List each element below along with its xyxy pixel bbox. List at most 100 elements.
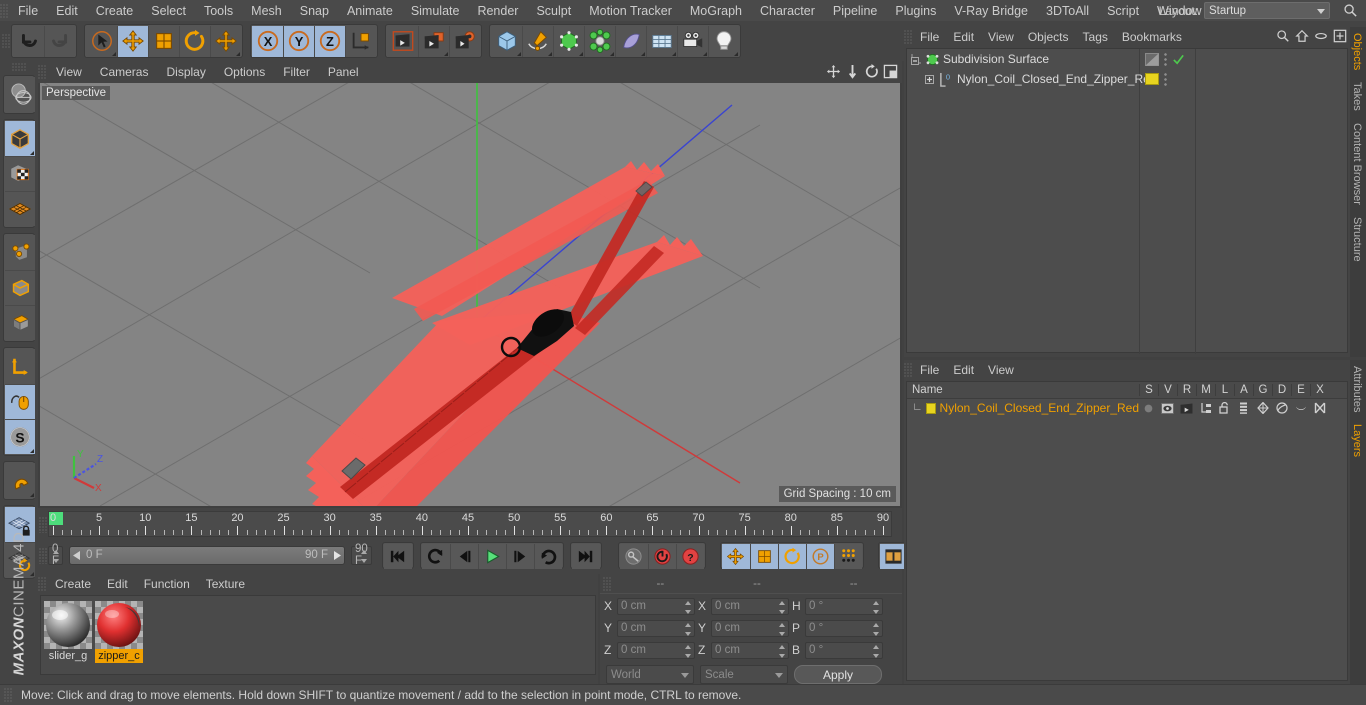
layer-expression-toggle[interactable]: [1291, 403, 1310, 413]
workplane-mode-button[interactable]: [5, 191, 35, 226]
make-editable-button[interactable]: [5, 77, 35, 112]
viewport-menu-filter[interactable]: Filter: [274, 62, 319, 82]
go-to-end-button[interactable]: [572, 544, 600, 569]
material-menu-texture[interactable]: Texture: [198, 574, 253, 594]
enable-snapping-button[interactable]: [5, 384, 35, 419]
material-menubar-grip[interactable]: [38, 577, 47, 591]
soft-selection-button[interactable]: S: [5, 419, 35, 454]
expander-plus-icon[interactable]: [925, 74, 936, 85]
tab-takes[interactable]: Takes: [1350, 76, 1364, 117]
move-view-icon[interactable]: [826, 64, 841, 79]
stepper-icon[interactable]: [778, 645, 785, 658]
add-deformer-button[interactable]: [584, 26, 615, 57]
object-menu-bookmarks[interactable]: Bookmarks: [1115, 27, 1189, 47]
menu-animate[interactable]: Animate: [338, 1, 402, 21]
add-spline-button[interactable]: [522, 26, 553, 57]
play-backwards-button[interactable]: [422, 544, 450, 569]
object-menu-objects[interactable]: Objects: [1021, 27, 1076, 47]
step-forward-button[interactable]: [506, 544, 534, 569]
add-scene-object-button[interactable]: [615, 26, 646, 57]
viewport-menu-cameras[interactable]: Cameras: [91, 62, 158, 82]
object-menu-tags[interactable]: Tags: [1076, 27, 1115, 47]
layer-menubar-grip[interactable]: [904, 363, 913, 377]
rotation-key-button[interactable]: [778, 544, 806, 569]
search-icon[interactable]: [1343, 3, 1358, 18]
go-to-start-button[interactable]: [384, 544, 412, 569]
home-icon[interactable]: [1295, 29, 1309, 43]
layer-generator-toggle[interactable]: [1253, 402, 1272, 414]
layer-menu-edit[interactable]: Edit: [946, 360, 981, 380]
stepper-icon[interactable]: [778, 623, 785, 636]
maximize-view-icon[interactable]: [883, 64, 898, 79]
rotate-tool[interactable]: [179, 26, 210, 57]
menu-simulate[interactable]: Simulate: [402, 1, 469, 21]
texture-mode-button[interactable]: [5, 156, 35, 191]
stepper-icon[interactable]: [684, 623, 691, 636]
add-generator-button[interactable]: [553, 26, 584, 57]
menu-sculpt[interactable]: Sculpt: [527, 1, 580, 21]
add-light-button[interactable]: [708, 26, 739, 57]
ellipse-icon[interactable]: [1314, 29, 1328, 43]
stepper-icon[interactable]: [684, 645, 691, 658]
menu-plugins[interactable]: Plugins: [886, 1, 945, 21]
autokeying-button[interactable]: [648, 544, 676, 569]
layer-deformer-toggle[interactable]: [1272, 402, 1291, 414]
material-item[interactable]: slider_g: [44, 601, 92, 669]
menu-vray-bridge[interactable]: V-Ray Bridge: [945, 1, 1037, 21]
object-row-subdivision-surface[interactable]: Subdivision Surface: [907, 49, 1347, 69]
left-toolbar-grip[interactable]: [12, 63, 26, 72]
visibility-dots-icon[interactable]: [1164, 73, 1167, 86]
menu-select[interactable]: Select: [142, 1, 195, 21]
add-camera-button[interactable]: [677, 26, 708, 57]
x-axis-lock[interactable]: X: [252, 26, 283, 57]
layer-xpresso-toggle[interactable]: [1310, 402, 1329, 414]
menu-script[interactable]: Script: [1098, 1, 1148, 21]
viewport-menubar-grip[interactable]: [38, 65, 47, 79]
menu-pipeline[interactable]: Pipeline: [824, 1, 886, 21]
stepper-icon[interactable]: [361, 550, 368, 563]
world-object-coordinates[interactable]: [345, 26, 376, 57]
object-menu-view[interactable]: View: [981, 27, 1021, 47]
object-menubar-grip[interactable]: [904, 30, 913, 44]
menu-file[interactable]: File: [9, 1, 47, 21]
point-level-animation-button[interactable]: [834, 544, 862, 569]
layer-lock-toggle[interactable]: [1215, 402, 1234, 414]
tab-objects[interactable]: Objects: [1350, 27, 1364, 76]
y-axis-lock[interactable]: Y: [283, 26, 314, 57]
scale-tool[interactable]: [148, 26, 179, 57]
coordinates-grip[interactable]: [603, 577, 612, 591]
stepper-icon[interactable]: [872, 601, 879, 614]
parameter-key-button[interactable]: P: [806, 544, 834, 569]
column-header-v[interactable]: V: [1158, 384, 1177, 396]
menu-motion-tracker[interactable]: Motion Tracker: [580, 1, 681, 21]
layer-menu-file[interactable]: File: [913, 360, 946, 380]
menu-character[interactable]: Character: [751, 1, 824, 21]
timeline-ruler[interactable]: 051015202530354045505560657075808590: [48, 511, 892, 537]
toolbar-grip[interactable]: [2, 34, 11, 48]
enable-axis-button[interactable]: [5, 349, 35, 384]
rotate-view-icon[interactable]: [864, 64, 879, 79]
render-settings-button[interactable]: [449, 26, 480, 57]
menu-mesh[interactable]: Mesh: [242, 1, 291, 21]
material-menu-function[interactable]: Function: [136, 574, 198, 594]
layer-color-swatch[interactable]: [926, 403, 936, 414]
column-header-l[interactable]: L: [1215, 384, 1234, 396]
scale-key-button[interactable]: [750, 544, 778, 569]
z-axis-lock[interactable]: Z: [314, 26, 345, 57]
rotation-p-field[interactable]: 0 °: [805, 620, 883, 637]
loop-button[interactable]: [534, 544, 562, 569]
magnet-tool-button[interactable]: [5, 463, 35, 498]
layer-render-toggle[interactable]: [1177, 403, 1196, 414]
position-z-field[interactable]: 0 cm: [617, 642, 695, 659]
stepper-icon[interactable]: [872, 623, 879, 636]
position-x-field[interactable]: 0 cm: [617, 598, 695, 615]
keyframe-selection-button[interactable]: ?: [676, 544, 704, 569]
viewport-menu-display[interactable]: Display: [157, 62, 214, 82]
size-x-field[interactable]: 0 cm: [711, 598, 789, 615]
current-frame-field[interactable]: 0 F: [48, 546, 63, 565]
layer-visible-toggle[interactable]: [1158, 403, 1177, 414]
column-header-r[interactable]: R: [1177, 384, 1196, 396]
material-list[interactable]: slider_g zipper_c: [40, 595, 596, 675]
object-row-nylon-coil-zipper[interactable]: 0 Nylon_Coil_Closed_End_Zipper_Red: [907, 69, 1347, 89]
move-tool[interactable]: [117, 26, 148, 57]
